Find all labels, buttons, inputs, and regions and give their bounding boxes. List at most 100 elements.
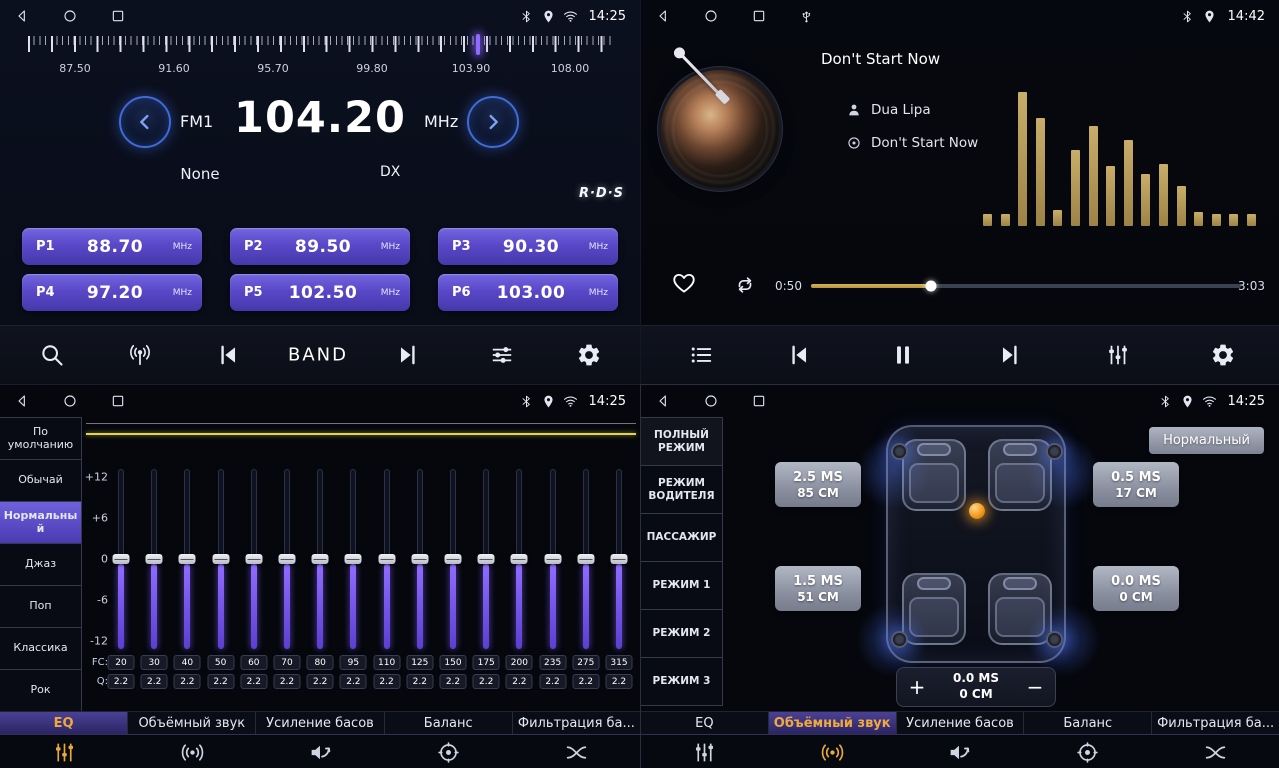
audio-tab-button-filter[interactable] bbox=[1151, 736, 1279, 768]
eq-band-slider[interactable] bbox=[473, 469, 499, 649]
audio-tab-eq[interactable]: EQ bbox=[641, 712, 769, 734]
delay-front-left[interactable]: 2.5 MS 85 CM bbox=[775, 462, 861, 507]
position-mode-item[interactable]: РЕЖИМ ВОДИТЕЛЯ bbox=[641, 466, 722, 514]
slider-knob[interactable] bbox=[279, 554, 296, 564]
nav-home-icon[interactable] bbox=[62, 8, 78, 24]
previous-station-button[interactable] bbox=[215, 342, 241, 368]
slider-knob[interactable] bbox=[345, 554, 362, 564]
audio-tab-surround[interactable]: Объёмный звук bbox=[769, 712, 897, 734]
audio-tab-balance[interactable]: Баланс bbox=[1024, 712, 1152, 734]
position-mode-item[interactable]: РЕЖИМ 3 bbox=[641, 658, 722, 706]
eq-band-slider[interactable] bbox=[340, 469, 366, 649]
audio-tab-button-bass[interactable] bbox=[896, 736, 1024, 768]
slider-knob[interactable] bbox=[179, 554, 196, 564]
favorite-heart-icon[interactable] bbox=[671, 270, 697, 296]
settings-button[interactable] bbox=[1210, 342, 1236, 368]
seek-search-button[interactable] bbox=[39, 342, 65, 368]
nav-back-icon[interactable] bbox=[655, 8, 671, 24]
audio-tab-bass[interactable]: Усиление басов bbox=[897, 712, 1025, 734]
slider-knob[interactable] bbox=[445, 554, 462, 564]
delay-rear-right[interactable]: 0.0 MS 0 CM bbox=[1093, 566, 1179, 611]
nav-recents-icon[interactable] bbox=[110, 8, 126, 24]
slider-knob[interactable] bbox=[212, 554, 229, 564]
eq-band-slider[interactable] bbox=[274, 469, 300, 649]
position-mode-item[interactable]: ПОЛНЫЙ РЕЖИМ bbox=[641, 418, 722, 466]
next-track-button[interactable] bbox=[997, 342, 1023, 368]
seek-bar[interactable] bbox=[811, 284, 1241, 288]
next-station-button[interactable] bbox=[395, 342, 421, 368]
audio-tab-button-eq[interactable] bbox=[641, 736, 769, 768]
tune-up-button[interactable] bbox=[467, 96, 519, 148]
previous-track-button[interactable] bbox=[786, 342, 812, 368]
eq-band-slider[interactable] bbox=[307, 469, 333, 649]
delay-front-right[interactable]: 0.5 MS 17 CM bbox=[1093, 462, 1179, 507]
audio-tune-button[interactable] bbox=[489, 342, 515, 368]
nav-home-icon[interactable] bbox=[703, 393, 719, 409]
eq-band-slider[interactable] bbox=[540, 469, 566, 649]
audio-tab-button-bass[interactable] bbox=[256, 736, 384, 768]
slider-knob[interactable] bbox=[245, 554, 262, 564]
audio-tab-bass[interactable]: Усиление басов bbox=[256, 712, 384, 734]
delay-increase-button[interactable]: + bbox=[897, 675, 937, 699]
nav-home-icon[interactable] bbox=[703, 8, 719, 24]
preset-button-p4[interactable]: P497.20MHz bbox=[22, 274, 202, 311]
slider-knob[interactable] bbox=[577, 554, 594, 564]
eq-band-slider[interactable] bbox=[141, 469, 167, 649]
slider-knob[interactable] bbox=[511, 554, 528, 564]
audio-tab-filter[interactable]: Фильтрация ба... bbox=[513, 712, 640, 734]
seek-bar-knob[interactable] bbox=[926, 281, 937, 292]
preset-button-p1[interactable]: P188.70MHz bbox=[22, 228, 202, 265]
preset-button-p2[interactable]: P289.50MHz bbox=[230, 228, 410, 265]
eq-band-slider[interactable] bbox=[241, 469, 267, 649]
preset-button-p5[interactable]: P5102.50MHz bbox=[230, 274, 410, 311]
eq-band-slider[interactable] bbox=[407, 469, 433, 649]
slider-knob[interactable] bbox=[146, 554, 163, 564]
eq-band-slider[interactable] bbox=[374, 469, 400, 649]
nav-recents-icon[interactable] bbox=[751, 8, 767, 24]
audio-tab-surround[interactable]: Объёмный звук bbox=[128, 712, 256, 734]
eq-band-slider[interactable] bbox=[573, 469, 599, 649]
repeat-icon[interactable] bbox=[733, 273, 757, 297]
slider-knob[interactable] bbox=[113, 554, 130, 564]
audio-tab-button-filter[interactable] bbox=[512, 736, 640, 768]
broadcast-scan-button[interactable] bbox=[127, 342, 153, 368]
preset-button-p3[interactable]: P390.30MHz bbox=[438, 228, 618, 265]
band-button[interactable]: BAND bbox=[288, 345, 348, 366]
frequency-ruler[interactable] bbox=[28, 36, 612, 56]
audio-tab-button-surround[interactable] bbox=[769, 736, 897, 768]
audio-tab-balance[interactable]: Баланс bbox=[385, 712, 513, 734]
preset-button-p6[interactable]: P6103.00MHz bbox=[438, 274, 618, 311]
settings-button[interactable] bbox=[576, 342, 602, 368]
slider-knob[interactable] bbox=[544, 554, 561, 564]
slider-knob[interactable] bbox=[411, 554, 428, 564]
eq-band-slider[interactable] bbox=[208, 469, 234, 649]
playlist-button[interactable] bbox=[688, 342, 714, 368]
delay-rear-left[interactable]: 1.5 MS 51 CM bbox=[775, 566, 861, 611]
eq-band-slider[interactable] bbox=[506, 469, 532, 649]
eq-band-slider[interactable] bbox=[174, 469, 200, 649]
nav-back-icon[interactable] bbox=[14, 8, 30, 24]
pause-button[interactable] bbox=[890, 342, 916, 368]
audio-tab-button-balance[interactable] bbox=[1024, 736, 1152, 768]
audio-tab-filter[interactable]: Фильтрация ба... bbox=[1152, 712, 1279, 734]
slider-knob[interactable] bbox=[611, 554, 628, 564]
nav-back-icon[interactable] bbox=[655, 393, 671, 409]
audio-tab-button-eq[interactable] bbox=[0, 736, 128, 768]
position-mode-item[interactable]: ПАССАЖИР bbox=[641, 514, 722, 562]
slider-knob[interactable] bbox=[312, 554, 329, 564]
eq-band-slider[interactable] bbox=[440, 469, 466, 649]
tune-down-button[interactable] bbox=[119, 96, 171, 148]
audio-tab-eq[interactable]: EQ bbox=[0, 712, 128, 734]
position-mode-item[interactable]: РЕЖИМ 1 bbox=[641, 562, 722, 610]
audio-tab-button-surround[interactable] bbox=[128, 736, 256, 768]
nav-recents-icon[interactable] bbox=[751, 393, 767, 409]
slider-knob[interactable] bbox=[378, 554, 395, 564]
mixer-button[interactable] bbox=[1105, 342, 1131, 368]
eq-band-slider[interactable] bbox=[108, 469, 134, 649]
position-mode-item[interactable]: РЕЖИМ 2 bbox=[641, 610, 722, 658]
audio-tab-button-balance[interactable] bbox=[384, 736, 512, 768]
eq-band-slider[interactable] bbox=[606, 469, 632, 649]
delay-decrease-button[interactable]: − bbox=[1015, 675, 1055, 699]
slider-knob[interactable] bbox=[478, 554, 495, 564]
listening-position-marker[interactable] bbox=[969, 503, 985, 519]
